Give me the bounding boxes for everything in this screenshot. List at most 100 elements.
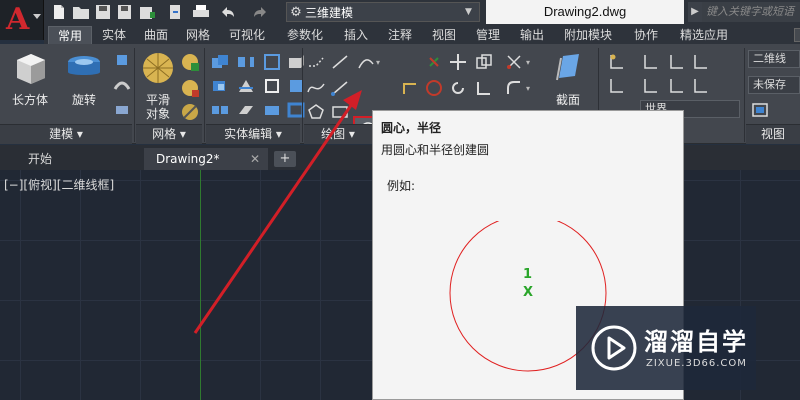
tab-collaborate[interactable]: 协作 xyxy=(628,26,664,44)
tab-start[interactable]: 开始 xyxy=(16,148,140,170)
ucs-y-axis-line xyxy=(200,170,201,400)
helix-icon[interactable] xyxy=(400,78,420,98)
interfere-icon[interactable] xyxy=(262,52,282,72)
3d-move-icon[interactable] xyxy=(424,52,444,72)
new-file-icon[interactable] xyxy=(50,4,68,20)
solid-edit-panel-footer[interactable]: 实体编辑 ▾ xyxy=(206,124,300,144)
application-menu-button[interactable]: A xyxy=(0,0,44,40)
ray-icon[interactable] xyxy=(330,78,350,98)
new-tab-button[interactable]: + xyxy=(274,151,296,167)
panel-divider xyxy=(204,48,205,142)
tab-home[interactable]: 常用 xyxy=(48,26,92,44)
tab-addins[interactable]: 附加模块 xyxy=(556,26,620,44)
view-unsaved-dropdown[interactable]: 未保存 xyxy=(748,76,800,94)
ucs-x-icon[interactable] xyxy=(690,52,710,72)
ucs-y-icon[interactable] xyxy=(666,76,686,96)
tab-solid[interactable]: 实体 xyxy=(96,26,132,44)
example-point-number: 1 xyxy=(523,267,533,282)
save-cloud-icon[interactable] xyxy=(138,4,156,20)
presspull-icon[interactable] xyxy=(112,98,132,118)
tab-surface[interactable]: 曲面 xyxy=(138,26,174,44)
mesh-panel-title: 网格 xyxy=(152,127,177,141)
tab-parametric[interactable]: 参数化 xyxy=(280,26,330,44)
ucs-icon[interactable] xyxy=(606,52,626,72)
tab-featured-apps[interactable]: 精选应用 xyxy=(672,26,736,44)
subtract-icon[interactable] xyxy=(236,52,256,72)
trim-icon[interactable] xyxy=(504,52,524,72)
tab-mesh[interactable]: 网格 xyxy=(180,26,216,44)
share-icon[interactable] xyxy=(166,4,184,20)
mesh-panel-footer[interactable]: 网格 ▾ xyxy=(136,124,202,144)
box-button[interactable]: 长方体 xyxy=(8,50,52,120)
polyline-icon[interactable] xyxy=(330,52,350,72)
intersect-icon[interactable] xyxy=(210,76,230,96)
move-icon[interactable] xyxy=(448,52,468,72)
rectangle-icon[interactable] xyxy=(330,102,350,122)
gear-icon: ⚙ xyxy=(290,4,302,20)
watermark-url: ZIXUE.3D66.COM xyxy=(646,358,747,369)
line-icon[interactable] xyxy=(306,52,326,72)
save-as-icon[interactable] xyxy=(116,4,134,20)
tab-annotate[interactable]: 注释 xyxy=(382,26,418,44)
mesh-refine-icon[interactable] xyxy=(180,78,200,98)
section-label: 截面 xyxy=(555,93,580,107)
copy-icon[interactable] xyxy=(474,52,494,72)
fillet-icon[interactable] xyxy=(504,78,524,98)
sweep-icon[interactable] xyxy=(112,74,132,94)
mesh-smooth-more-icon[interactable] xyxy=(180,52,200,72)
shell-icon[interactable] xyxy=(286,100,306,120)
modeling-panel-footer[interactable]: 建模 ▾ xyxy=(0,124,132,144)
workspace-dropdown[interactable]: ⚙ 三维建模 ▼ xyxy=(286,2,480,22)
close-icon[interactable]: ✕ xyxy=(250,148,260,170)
tab-view[interactable]: 视图 xyxy=(426,26,462,44)
open-folder-icon[interactable] xyxy=(72,4,90,20)
tooltip-description: 用圆心和半径创建圆 xyxy=(381,143,490,157)
ucs-origin-icon[interactable] xyxy=(640,52,660,72)
separate-icon[interactable] xyxy=(210,100,230,120)
stretch-icon[interactable] xyxy=(474,78,494,98)
union-icon[interactable] xyxy=(210,52,230,72)
ucs-3point-icon[interactable] xyxy=(640,76,660,96)
tab-output[interactable]: 输出 xyxy=(514,26,550,44)
revolve-button[interactable]: 旋转 xyxy=(62,50,106,120)
arc-icon[interactable] xyxy=(356,52,376,72)
ucs-view-icon[interactable] xyxy=(606,76,626,96)
undo-icon[interactable] xyxy=(218,4,236,20)
panel-divider xyxy=(302,48,303,142)
chevron-down-icon[interactable]: ▾ xyxy=(376,58,382,67)
print-icon[interactable] xyxy=(192,4,210,20)
draw-panel-footer[interactable]: 绘图 ▾ xyxy=(304,124,372,144)
rotate-icon[interactable] xyxy=(448,78,468,98)
ucs-z-axis-icon[interactable] xyxy=(690,76,710,96)
save-icon[interactable] xyxy=(94,4,112,20)
spline-icon[interactable] xyxy=(306,78,326,98)
fillet-edge-icon[interactable] xyxy=(262,100,282,120)
draw-panel-title: 绘图 xyxy=(321,127,346,141)
3d-rotate-icon[interactable] xyxy=(424,78,444,98)
imprint-icon[interactable] xyxy=(286,76,306,96)
slice-icon[interactable] xyxy=(236,76,256,96)
chevron-down-icon[interactable]: ▾ xyxy=(526,84,532,93)
smooth-object-button[interactable]: 平滑 对象 xyxy=(136,50,180,121)
viewport-controls-label[interactable]: [−][俯视][二维线框] xyxy=(4,176,114,193)
tab-visualize[interactable]: 可视化 xyxy=(222,26,272,44)
chevron-down-icon[interactable]: ▾ xyxy=(526,58,532,67)
extrude-icon[interactable] xyxy=(112,50,132,70)
polygon-icon[interactable] xyxy=(306,102,326,122)
tab-drawing2[interactable]: Drawing2* ✕ xyxy=(144,148,268,170)
viewport-icon[interactable] xyxy=(750,100,770,120)
view-panel-footer[interactable]: 视图 xyxy=(746,124,800,144)
redo-icon[interactable] xyxy=(252,4,270,20)
workspace-name: 三维建模 xyxy=(305,5,354,20)
tab-manage[interactable]: 管理 xyxy=(470,26,506,44)
offset-face-icon[interactable] xyxy=(236,100,256,120)
ucs-z-icon[interactable] xyxy=(666,52,686,72)
tab-insert[interactable]: 插入 xyxy=(338,26,374,44)
search-input[interactable]: 键入关键字或短语 xyxy=(702,2,800,22)
thicken-icon[interactable] xyxy=(286,52,306,72)
extract-edges-icon[interactable] xyxy=(262,76,282,96)
chevron-right-icon[interactable]: ▶ xyxy=(688,2,702,22)
ribbon-minimize-button[interactable]: ▭▾ xyxy=(794,28,800,42)
mesh-crease-icon[interactable] xyxy=(180,102,200,122)
visual-style-dropdown[interactable]: 二维线 xyxy=(748,50,800,68)
